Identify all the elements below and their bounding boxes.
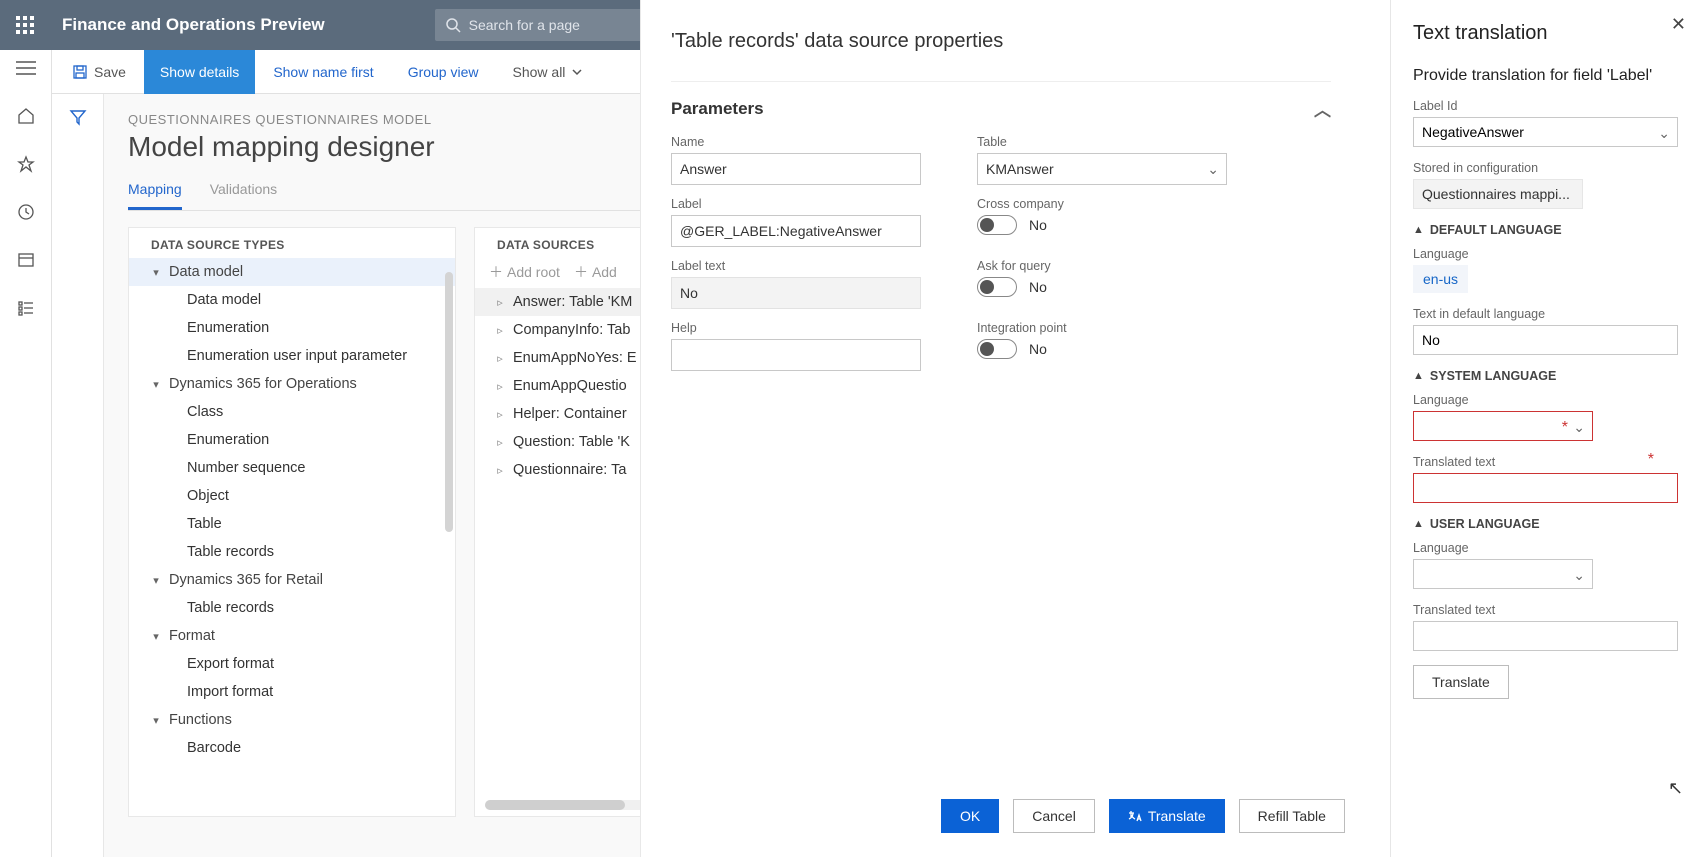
tree-node[interactable]: Enumeration user input parameter (129, 342, 455, 370)
app-title: Finance and Operations Preview (62, 15, 325, 35)
stored-in-config-field: Stored in configuration Questionnaires m… (1413, 161, 1678, 209)
table-select[interactable] (977, 153, 1227, 185)
name-input[interactable] (671, 153, 921, 185)
tree-node[interactable]: Class (129, 398, 455, 426)
user-language-select[interactable] (1413, 559, 1593, 589)
filter-icon[interactable] (69, 108, 87, 126)
translate-button[interactable]: Translate (1109, 799, 1225, 833)
system-language-group[interactable]: ▲SYSTEM LANGUAGE (1413, 369, 1678, 383)
default-language-group[interactable]: ▲DEFAULT LANGUAGE (1413, 223, 1678, 237)
chevron-up-icon: ︿ (1314, 96, 1331, 121)
tree-node[interactable]: Table records (129, 594, 455, 622)
label-id-select[interactable] (1413, 117, 1678, 147)
label-text-field: Label text No (671, 259, 921, 309)
tree-node[interactable]: Enumeration (129, 314, 455, 342)
translate-icon (1128, 809, 1142, 823)
recent-icon[interactable] (14, 200, 38, 224)
tree-node[interactable]: Barcode (129, 734, 455, 762)
tree-node[interactable]: Data model (129, 286, 455, 314)
filter-lane (52, 94, 104, 857)
translation-title: Text translation (1413, 22, 1678, 45)
tree-node[interactable]: ▾Format (129, 622, 455, 650)
cross-company-field: Cross company No (977, 197, 1227, 247)
label-id-field: Label Id ⌄ (1413, 99, 1678, 147)
close-icon[interactable]: ✕ (1671, 14, 1686, 35)
cross-company-toggle[interactable] (977, 215, 1017, 235)
tree-node[interactable]: ▾Data model (129, 258, 455, 286)
system-translated-text-input[interactable] (1413, 473, 1678, 503)
tree-node[interactable]: ▾Dynamics 365 for Retail (129, 566, 455, 594)
show-all-button[interactable]: Show all (497, 50, 600, 94)
tab-validations[interactable]: Validations (210, 181, 277, 210)
label-text-readonly: No (671, 277, 921, 309)
tree-node[interactable]: Table records (129, 538, 455, 566)
refill-table-button[interactable]: Refill Table (1239, 799, 1345, 833)
ask-for-query-toggle[interactable] (977, 277, 1017, 297)
dialog-title: 'Table records' data source properties (671, 30, 1331, 53)
chevron-down-icon (571, 66, 583, 78)
save-button[interactable]: Save (56, 50, 142, 94)
save-icon (72, 64, 88, 80)
required-icon: * (1648, 451, 1654, 469)
help-field: Help (671, 321, 921, 371)
text-default-language-input[interactable] (1413, 325, 1678, 355)
label-field: Label (671, 197, 921, 247)
user-language-group[interactable]: ▲USER LANGUAGE (1413, 517, 1678, 531)
search-input[interactable]: Search for a page (435, 9, 645, 41)
ask-for-query-field: Ask for query No (977, 259, 1227, 309)
star-icon[interactable] (14, 152, 38, 176)
required-icon: * (1562, 419, 1568, 437)
show-name-first-button[interactable]: Show name first (257, 50, 389, 94)
left-nav-rail (0, 50, 52, 857)
tree-node[interactable]: Import format (129, 678, 455, 706)
search-icon (445, 17, 461, 33)
help-input[interactable] (671, 339, 921, 371)
translate-action-button[interactable]: Translate (1413, 665, 1509, 699)
home-icon[interactable] (14, 104, 38, 128)
add-button[interactable]: ＋ Add (574, 262, 617, 282)
show-details-button[interactable]: Show details (144, 50, 255, 94)
text-translation-pane: ✕ Text translation Provide translation f… (1390, 0, 1700, 857)
hamburger-icon[interactable] (14, 56, 38, 80)
group-view-button[interactable]: Group view (392, 50, 495, 94)
integration-point-field: Integration point No (977, 321, 1227, 371)
tree-node[interactable]: Enumeration (129, 426, 455, 454)
integration-point-toggle[interactable] (977, 339, 1017, 359)
label-input[interactable] (671, 215, 921, 247)
tab-mapping[interactable]: Mapping (128, 181, 182, 210)
ok-button[interactable]: OK (941, 799, 999, 833)
panel-header: DATA SOURCE TYPES (129, 228, 455, 258)
tree-node[interactable]: ▾Dynamics 365 for Operations (129, 370, 455, 398)
tree-node[interactable]: Object (129, 482, 455, 510)
tree-node[interactable]: Number sequence (129, 454, 455, 482)
app-launcher-icon[interactable] (0, 0, 50, 50)
name-field: Name (671, 135, 921, 185)
modules-icon[interactable] (14, 296, 38, 320)
default-language-value: en-us (1413, 265, 1468, 293)
add-root-button[interactable]: ＋ Add root (489, 262, 560, 282)
translation-subtitle: Provide translation for field 'Label' (1413, 67, 1678, 85)
workspace-icon[interactable] (14, 248, 38, 272)
data-source-types-panel: DATA SOURCE TYPES ▾Data modelData modelE… (128, 227, 456, 817)
search-placeholder: Search for a page (469, 17, 580, 33)
cancel-button[interactable]: Cancel (1013, 799, 1095, 833)
tree-node[interactable]: Table (129, 510, 455, 538)
tree-node[interactable]: ▾Functions (129, 706, 455, 734)
parameters-section-header[interactable]: Parameters ︿ (671, 81, 1331, 135)
scrollbar[interactable] (445, 272, 453, 532)
stored-in-config-value: Questionnaires mappi... (1413, 179, 1583, 209)
table-field: Table ⌄ (977, 135, 1227, 185)
tree-node[interactable]: Export format (129, 650, 455, 678)
user-translated-text-input[interactable] (1413, 621, 1678, 651)
